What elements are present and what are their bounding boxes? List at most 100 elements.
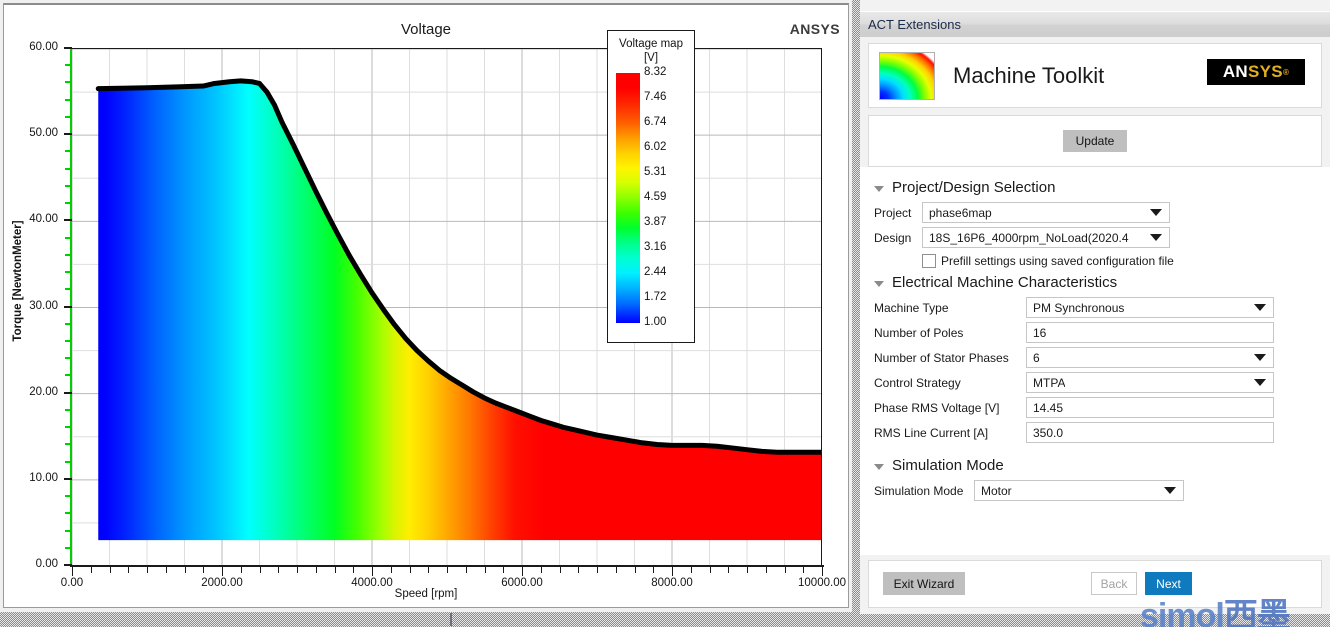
prefill-checkbox[interactable] [922,254,936,268]
y-axis-minor-tick [65,322,71,325]
input-rms-line-current[interactable]: 350.0 [1026,422,1274,443]
x-axis-minor-tick [259,566,261,573]
y-axis-minor-tick [65,357,71,360]
dropdown-project[interactable]: phase6map [922,202,1170,223]
legend-tick-label: 8.32 [644,66,667,78]
field-row-control-strategy: Control Strategy MTPA [874,372,1320,393]
legend-tick-label: 7.46 [644,91,667,103]
x-axis-minor-tick [165,566,167,573]
input-phase-rms-voltage[interactable]: 14.45 [1026,397,1274,418]
x-axis-tick [72,566,73,576]
chevron-down-icon[interactable] [1254,304,1266,311]
value-number-of-poles: 16 [1033,325,1047,340]
back-button[interactable]: Back [1091,572,1137,595]
ansys-logo-tm: ® [1282,67,1290,77]
chevron-down-icon[interactable] [1164,487,1176,494]
section-title-electrical: Electrical Machine Characteristics [892,274,1118,291]
field-row-project: Project phase6map [874,202,1320,223]
horizontal-splitter[interactable] [0,612,852,627]
label-number-of-poles: Number of Poles [874,325,964,340]
y-axis-tick [64,133,72,136]
collapse-triangle-icon[interactable] [874,185,884,192]
dropdown-stator-phases[interactable]: 6 [1026,347,1274,368]
chevron-down-icon[interactable] [1254,379,1266,386]
x-axis-tick [522,566,523,576]
next-button[interactable]: Next [1145,572,1192,595]
panel-bottom-strip [860,614,1330,627]
x-axis-minor-tick [559,566,561,573]
exit-wizard-button[interactable]: Exit Wizard [883,572,965,595]
field-row-design: Design 18S_16P6_4000rpm_NoLoad(2020.4 [874,227,1320,248]
torque-envelope-curve [95,78,821,455]
y-axis-title: Torque [NewtonMeter] [12,220,24,342]
dropdown-simulation-mode[interactable]: Motor [974,480,1184,501]
chevron-down-icon[interactable] [1150,234,1162,241]
value-simulation-mode: Motor [981,483,1012,498]
collapse-triangle-icon[interactable] [874,463,884,470]
ansys-logo-an: AN [1222,62,1249,81]
y-axis-minor-tick [65,512,71,515]
collapse-triangle-icon[interactable] [874,280,884,287]
y-axis-tick-label: 20.00 [29,385,58,398]
prefill-checkbox-row[interactable]: Prefill settings using saved configurati… [922,254,1320,268]
y-axis-tick-label: 30.00 [29,299,58,312]
wizard-form-area: Project/Design Selection Project phase6m… [860,167,1330,555]
label-project: Project [874,205,912,220]
input-number-of-poles[interactable]: 16 [1026,322,1274,343]
dropdown-design[interactable]: 18S_16P6_4000rpm_NoLoad(2020.4 [922,227,1170,248]
update-button[interactable]: Update [1063,130,1127,152]
y-axis-minor-tick [65,184,71,187]
dropdown-control-strategy[interactable]: MTPA [1026,372,1274,393]
prefill-checkbox-label: Prefill settings using saved configurati… [941,254,1174,268]
x-axis-minor-tick [465,566,467,573]
section-header-electrical[interactable]: Electrical Machine Characteristics [874,274,1320,291]
x-axis-minor-tick [653,566,655,573]
x-axis-minor-tick [278,566,280,573]
x-axis-minor-tick [315,566,317,573]
dropdown-machine-type[interactable]: PM Synchronous [1026,297,1274,318]
act-panel-titlebar: ACT Extensions [860,11,1330,37]
x-axis-minor-tick [353,566,355,573]
toolkit-title: Machine Toolkit [953,62,1105,88]
x-axis-minor-tick [747,566,748,573]
chevron-down-icon[interactable] [1254,354,1266,361]
chevron-down-icon[interactable] [1150,209,1162,216]
horizontal-splitter-handle[interactable] [450,613,452,626]
legend-tick-label: 1.72 [644,291,667,303]
vertical-splitter[interactable] [852,0,860,627]
x-axis-minor-tick [765,566,767,573]
x-axis-minor-tick [109,566,111,573]
y-axis-minor-tick [65,167,71,170]
x-axis-minor-tick [634,566,636,573]
legend-tick-label: 3.87 [644,216,667,228]
field-row-number-of-poles: Number of Poles 16 [874,322,1320,343]
x-axis-tick [822,566,823,576]
x-axis-minor-tick [540,566,542,573]
legend-colorbar [616,73,640,323]
y-axis-tick [64,564,72,566]
label-stator-phases: Number of Stator Phases [874,350,1009,365]
x-axis-minor-tick [90,566,92,573]
y-axis-tick [64,391,72,394]
ansys-watermark-text: ANSYS [789,21,840,37]
y-axis-tick-label: 40.00 [29,213,58,226]
section-header-project-design[interactable]: Project/Design Selection [874,179,1320,196]
application-window: Voltage ANSYS Torque [NewtonMeter] Volta… [0,0,1330,627]
y-axis-minor-tick [65,495,71,498]
chart-frame: Voltage ANSYS Torque [NewtonMeter] Volta… [3,3,849,608]
y-axis-tick-label: 10.00 [29,471,58,484]
field-row-stator-phases: Number of Stator Phases 6 [874,347,1320,368]
ansys-logo: AN SYS ® [1207,59,1305,85]
section-header-simulation-mode[interactable]: Simulation Mode [874,457,1320,474]
label-simulation-mode: Simulation Mode [874,483,964,498]
x-axis-minor-tick [447,566,448,573]
x-axis-minor-tick [147,566,148,573]
y-axis-minor-tick [65,374,71,377]
x-axis-minor-tick [184,566,186,573]
act-panel-title: ACT Extensions [868,17,961,32]
x-axis-minor-tick [690,566,692,573]
x-axis-title: Speed [rpm] [394,588,458,600]
y-axis-minor-tick [65,64,71,67]
x-axis-minor-tick [128,566,130,573]
x-axis-minor-tick [728,566,730,573]
